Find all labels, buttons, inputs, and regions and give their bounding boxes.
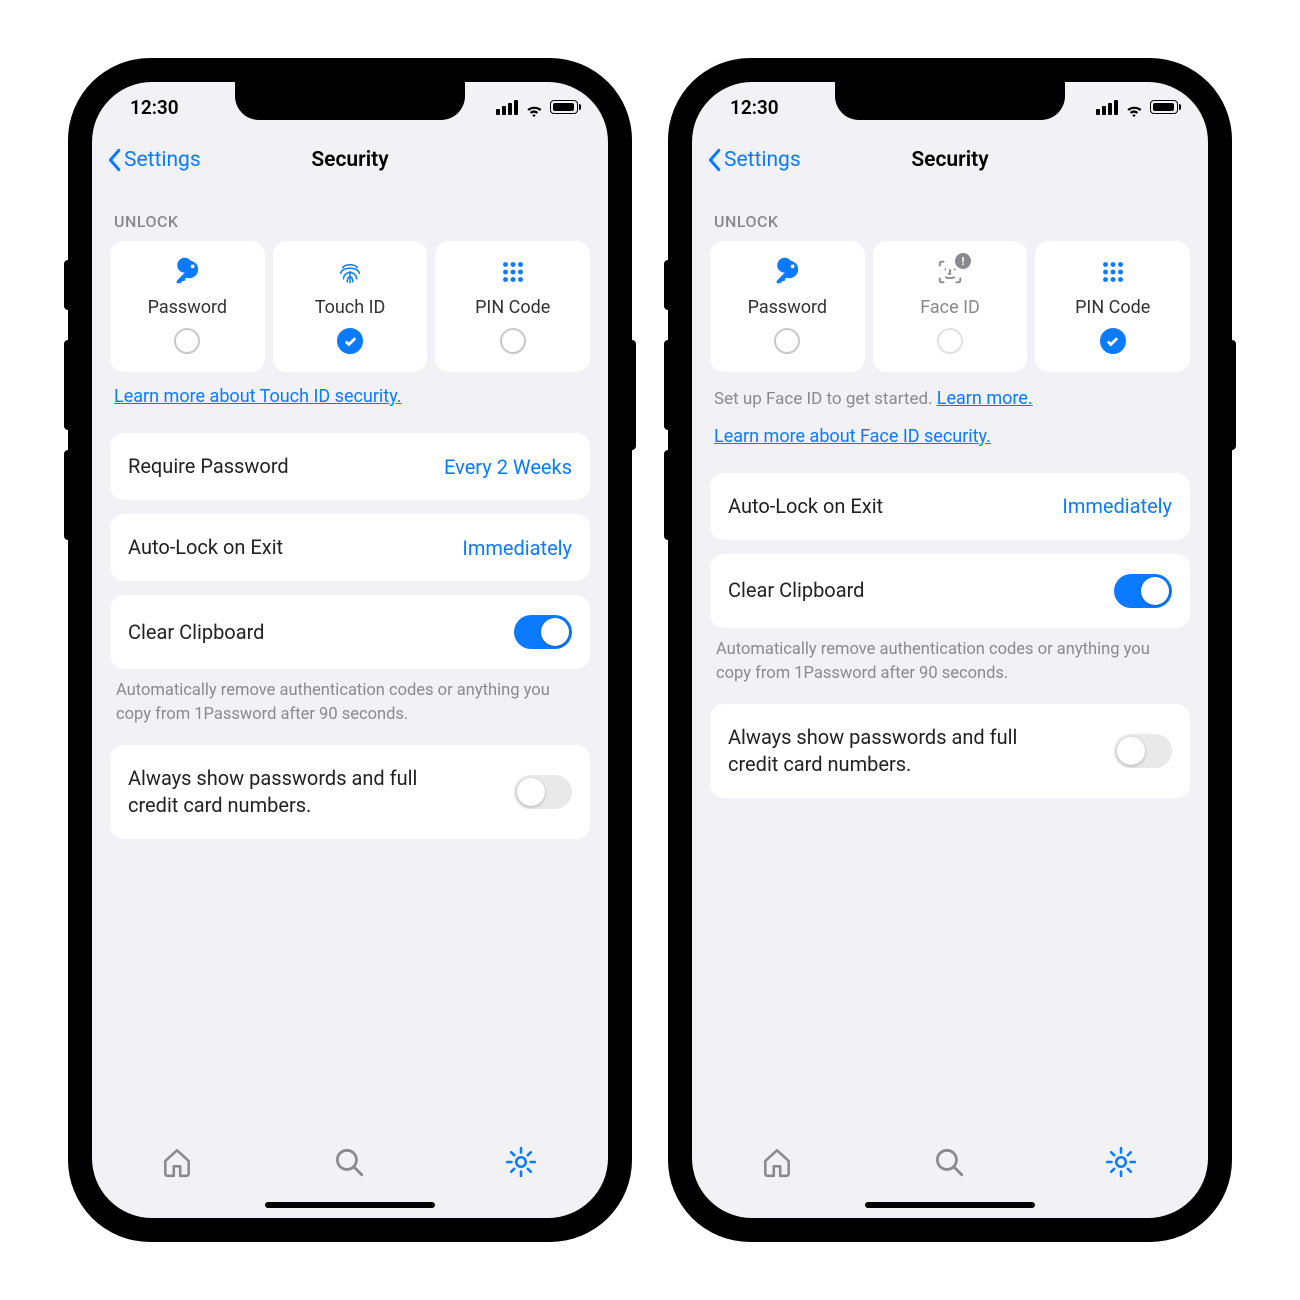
unlock-option-label: Password [748,297,828,318]
clipboard-helper-text: Automatically remove authentication code… [710,628,1190,704]
notch [835,82,1065,120]
alert-badge-icon: ! [955,253,971,269]
cell-value: Immediately [462,536,572,560]
chevron-left-icon [706,148,722,172]
radio-unchecked[interactable] [500,328,526,354]
cell-value: Every 2 Weeks [444,455,572,479]
cell-label: Clear Clipboard [728,577,864,604]
unlock-option-label: Face ID [920,297,980,318]
unlock-section-label: UNLOCK [114,212,586,231]
wifi-icon [1124,100,1144,115]
search-icon [332,1145,366,1179]
battery-icon [550,100,578,114]
search-icon [932,1145,966,1179]
screen-left: 12:30 Settings Security UNLOCK [92,82,608,1218]
cell-label: Require Password [128,453,289,480]
hint-prefix: Set up Face ID to get started. [714,389,937,409]
wifi-icon [524,100,544,115]
radio-unchecked[interactable] [174,328,200,354]
gear-icon [504,1145,538,1179]
clear-clipboard-toggle[interactable] [1114,574,1172,608]
home-icon [160,1145,194,1179]
tab-settings[interactable] [1104,1145,1140,1181]
status-time: 12:30 [730,96,779,119]
clipboard-helper-text: Automatically remove authentication code… [110,669,590,745]
faceid-setup-hint: Set up Face ID to get started. Learn mor… [714,386,1186,412]
keypad-icon [1098,257,1128,287]
cell-label: Auto-Lock on Exit [128,534,283,561]
unlock-option-faceid[interactable]: ! Face ID [873,241,1028,372]
screen-right: 12:30 Settings Security UNLOCK [692,82,1208,1218]
gear-icon [1104,1145,1138,1179]
unlock-option-pincode[interactable]: PIN Code [1035,241,1190,372]
content-area[interactable]: UNLOCK Password ! Face ID [692,188,1208,1130]
keypad-icon [498,257,528,287]
battery-icon [1150,100,1178,114]
cellular-signal-icon [496,100,518,115]
phone-frame-right: 12:30 Settings Security UNLOCK [670,60,1230,1240]
cell-label: Auto-Lock on Exit [728,493,883,520]
status-icons [1096,100,1178,115]
always-show-row: Always show passwords and full credit ca… [110,745,590,839]
unlock-section-label: UNLOCK [714,212,1186,231]
faceid-icon: ! [935,257,965,287]
home-indicator[interactable] [865,1202,1035,1208]
tab-home[interactable] [760,1145,796,1181]
unlock-option-label: Touch ID [315,297,386,318]
tab-search[interactable] [332,1145,368,1181]
clear-clipboard-row: Clear Clipboard [110,595,590,669]
key-icon [772,257,802,287]
faceid-setup-learn-more-link[interactable]: Learn more. [937,388,1033,409]
radio-checked[interactable] [337,328,363,354]
autolock-row[interactable]: Auto-Lock on Exit Immediately [110,514,590,581]
unlock-option-touchid[interactable]: Touch ID [273,241,428,372]
unlock-options: Password ! Face ID PIN Code [710,241,1190,372]
cell-label: Always show passwords and full credit ca… [128,765,458,819]
unlock-option-password[interactable]: Password [110,241,265,372]
autolock-row[interactable]: Auto-Lock on Exit Immediately [710,473,1190,540]
cellular-signal-icon [1096,100,1118,115]
touchid-learn-more-link[interactable]: Learn more about Touch ID security. [114,386,402,407]
radio-checked[interactable] [1100,328,1126,354]
home-icon [760,1145,794,1179]
chevron-left-icon [106,148,122,172]
cell-label: Clear Clipboard [128,619,264,646]
back-button[interactable]: Settings [706,148,801,172]
cell-label: Always show passwords and full credit ca… [728,724,1058,778]
unlock-option-label: Password [148,297,228,318]
nav-header: Settings Security [92,132,608,188]
require-password-row[interactable]: Require Password Every 2 Weeks [110,433,590,500]
tab-settings[interactable] [504,1145,540,1181]
unlock-option-pincode[interactable]: PIN Code [435,241,590,372]
always-show-row: Always show passwords and full credit ca… [710,704,1190,798]
clear-clipboard-row: Clear Clipboard [710,554,1190,628]
status-time: 12:30 [130,96,179,119]
back-label: Settings [724,148,801,172]
radio-disabled [937,328,963,354]
radio-unchecked[interactable] [774,328,800,354]
cell-value: Immediately [1062,494,1172,518]
unlock-option-label: PIN Code [1075,297,1150,318]
notch [235,82,465,120]
clear-clipboard-toggle[interactable] [514,615,572,649]
tab-search[interactable] [932,1145,968,1181]
tab-home[interactable] [160,1145,196,1181]
phone-frame-left: 12:30 Settings Security UNLOCK [70,60,630,1240]
always-show-toggle[interactable] [514,775,572,809]
status-icons [496,100,578,115]
unlock-options: Password Touch ID PIN Code [110,241,590,372]
back-label: Settings [124,148,201,172]
fingerprint-icon [335,257,365,287]
nav-header: Settings Security [692,132,1208,188]
always-show-toggle[interactable] [1114,734,1172,768]
content-area[interactable]: UNLOCK Password Touch ID [92,188,608,1130]
home-indicator[interactable] [265,1202,435,1208]
back-button[interactable]: Settings [106,148,201,172]
unlock-option-label: PIN Code [475,297,550,318]
faceid-learn-more-link[interactable]: Learn more about Face ID security. [714,426,991,447]
key-icon [172,257,202,287]
unlock-option-password[interactable]: Password [710,241,865,372]
